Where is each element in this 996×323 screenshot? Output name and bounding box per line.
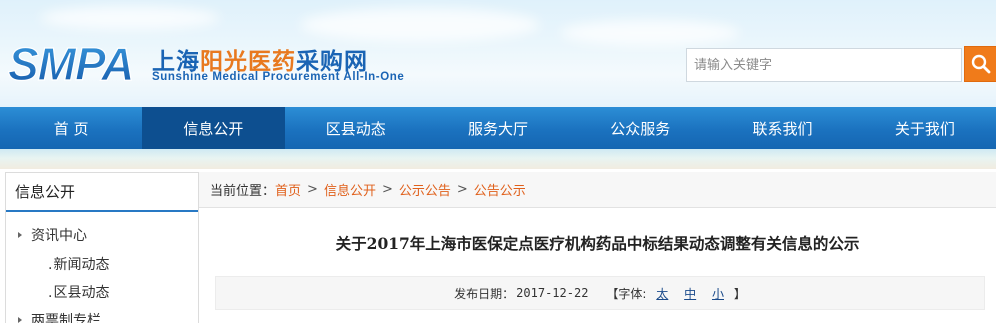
sidebar-item-label: 资讯中心 [31,228,87,244]
smpa-logo[interactable]: SMPA [6,36,156,92]
font-size-medium[interactable]: 中 [684,287,696,301]
font-size-control: 【字体: 太 中 小 】 [606,285,745,302]
sidebar-subitem-district[interactable]: .区县动态 [48,282,109,302]
article-meta: 发布日期： 2017-12-22 【字体: 太 中 小 】 [215,276,985,310]
bullet-dot: . [48,257,53,273]
font-size-open: 【字体: [606,286,647,301]
triangle-right-icon [18,317,22,323]
sidebar-item-label: 两票制专栏 [31,313,101,323]
smpa-logo-text: SMPA [8,38,134,90]
sidebar-subitem-label: 新闻动态 [53,257,110,273]
search-input[interactable] [686,48,962,82]
publish-date-label: 发布日期： [454,286,515,301]
main-nav: 首 页 信息公开 区县动态 服务大厅 公众服务 联系我们 关于我们 [0,107,996,149]
breadcrumb: 当前位置： 首页 > 信息公开 > 公示公告 > 公告公示 [199,172,996,208]
breadcrumb-link-announcements[interactable]: 公示公告 [399,180,451,199]
publish-date-value: 2017-12-22 [516,286,589,300]
cloud-decoration [40,6,220,30]
sidebar-title: 信息公开 [6,173,198,212]
nav-item-info-disclosure[interactable]: 信息公开 [142,107,285,149]
sidebar-subitem-label: 区县动态 [53,285,110,301]
font-size-small[interactable]: 小 [712,287,724,301]
breadcrumb-link-info[interactable]: 信息公开 [324,180,376,199]
search-button[interactable] [964,46,996,82]
nav-item-home[interactable]: 首 页 [0,107,142,149]
article-title: 关于2017年上海市医保定点医疗机构药品中标结果动态调整有关信息的公示 [335,234,860,253]
main-content: 当前位置： 首页 > 信息公开 > 公示公告 > 公告公示 关于2017年上海市… [199,172,996,323]
site-header: SMPA 上海阳光医药采购网 Sunshine Medical Procurem… [0,0,996,107]
breadcrumb-link-home[interactable]: 首页 [275,180,301,199]
bullet-dot: . [48,285,53,301]
triangle-right-icon [18,232,22,238]
sidebar-item-two-invoice[interactable]: 两票制专栏 [18,310,101,323]
breadcrumb-separator: > [456,182,468,197]
nav-item-about-us[interactable]: 关于我们 [854,107,996,149]
cloud-decoration [300,8,540,42]
site-name-en: Sunshine Medical Procurement All-In-One [152,71,405,83]
search-icon [971,54,991,74]
breadcrumb-separator: > [307,182,318,197]
nav-item-service-hall[interactable]: 服务大厅 [427,107,569,149]
font-size-large[interactable]: 太 [656,287,668,301]
sidebar: 信息公开 资讯中心 .新闻动态 .区县动态 两票制专栏 [5,172,199,323]
font-size-close: 】 [733,286,746,301]
breadcrumb-separator: > [381,182,393,197]
sidebar-item-news-center[interactable]: 资讯中心 [18,225,87,245]
cloud-decoration [560,20,740,46]
nav-item-contact-us[interactable]: 联系我们 [711,107,853,149]
breadcrumb-label: 当前位置： [210,184,276,199]
nav-item-district-news[interactable]: 区县动态 [285,107,427,149]
nav-item-public-service[interactable]: 公众服务 [569,107,711,149]
sidebar-subitem-news[interactable]: .新闻动态 [48,254,109,274]
decorative-band [0,149,996,169]
breadcrumb-link-notices[interactable]: 公告公示 [474,180,526,199]
